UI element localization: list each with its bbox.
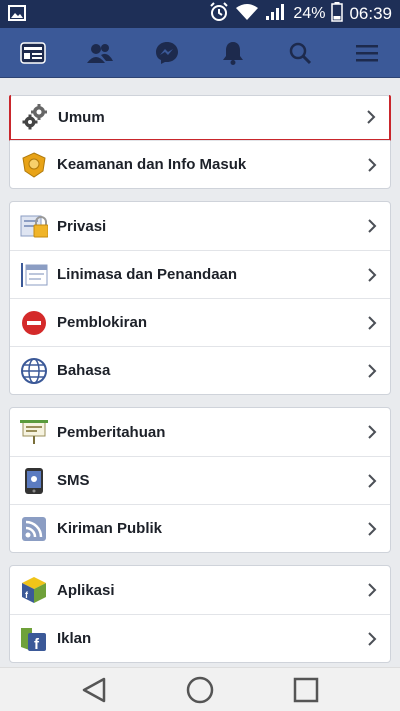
- alarm-icon: [209, 1, 229, 27]
- gears-icon: [21, 103, 49, 131]
- chevron-right-icon: [362, 471, 382, 491]
- wifi-icon: [235, 3, 259, 26]
- battery-percent: 24%: [293, 5, 326, 22]
- settings-item-label: Bahasa: [57, 362, 111, 379]
- settings-item-label: Keamanan dan Info Masuk: [57, 156, 247, 173]
- settings-group-general: Umum Keamanan dan Info Masuk: [9, 95, 391, 189]
- settings-item-umum[interactable]: Umum: [9, 95, 391, 141]
- home-icon[interactable]: [182, 672, 218, 708]
- chevron-right-icon: [362, 629, 382, 649]
- settings-item-privasi[interactable]: Privasi: [10, 202, 390, 250]
- chevron-right-icon: [362, 216, 382, 236]
- settings-item-iklan[interactable]: f Iklan: [10, 614, 390, 662]
- settings-item-label: Pemberitahuan: [57, 423, 166, 441]
- top-nav-bar: [0, 28, 400, 78]
- settings-item-label: Pemblokiran: [57, 314, 148, 331]
- settings-item-pemberitahuan[interactable]: Pemberitahuan: [10, 408, 390, 456]
- chevron-right-icon: [362, 519, 382, 539]
- settings-group-apps: f Aplikasi f Iklan: [9, 565, 391, 663]
- chevron-right-icon: [362, 361, 382, 381]
- notifications-bell-icon[interactable]: [211, 31, 255, 75]
- settings-item-label: Umum: [58, 108, 105, 126]
- settings-item-bahasa[interactable]: Bahasa: [10, 346, 390, 394]
- settings-item-linimasa[interactable]: Linimasa dan Penandaan: [10, 250, 390, 298]
- clock-time: 06:39: [349, 4, 392, 23]
- search-icon[interactable]: [278, 31, 322, 75]
- chevron-right-icon: [361, 107, 381, 127]
- image-notification-icon: [8, 5, 26, 26]
- ads-facebook-icon: f: [20, 625, 48, 653]
- messenger-icon[interactable]: [145, 31, 189, 75]
- apps-cube-icon: f: [20, 576, 48, 604]
- settings-item-label: Kiriman Publik: [57, 520, 163, 537]
- chevron-right-icon: [362, 422, 382, 442]
- chevron-right-icon: [362, 155, 382, 175]
- back-icon[interactable]: [76, 672, 112, 708]
- privacy-lock-icon: [20, 212, 48, 240]
- friends-icon[interactable]: [78, 31, 122, 75]
- chevron-right-icon: [362, 265, 382, 285]
- settings-item-label: Aplikasi: [57, 581, 115, 599]
- settings-list: Umum Keamanan dan Info Masuk Privasi Lin…: [0, 78, 400, 667]
- settings-group-privacy: Privasi Linimasa dan Penandaan Pemblokir…: [9, 201, 391, 395]
- settings-item-sms[interactable]: SMS: [10, 456, 390, 504]
- menu-icon[interactable]: [345, 31, 389, 75]
- globe-icon: [20, 357, 48, 385]
- system-nav-bar: [0, 667, 400, 711]
- status-bar: 24% 06:39: [0, 0, 400, 28]
- battery-icon: [331, 1, 344, 27]
- block-icon: [20, 309, 48, 337]
- settings-item-label: SMS: [57, 472, 90, 489]
- settings-item-label: Iklan: [57, 630, 92, 647]
- settings-item-aplikasi[interactable]: f Aplikasi: [10, 566, 390, 614]
- settings-item-label: Privasi: [57, 217, 107, 235]
- notification-sign-icon: [20, 418, 48, 446]
- signal-icon: [265, 3, 287, 26]
- rss-icon: [20, 515, 48, 543]
- news-feed-icon[interactable]: [11, 31, 55, 75]
- settings-item-label: Linimasa dan Penandaan: [57, 266, 238, 283]
- sms-phone-icon: [20, 467, 48, 495]
- settings-item-keamanan[interactable]: Keamanan dan Info Masuk: [10, 140, 390, 188]
- chevron-right-icon: [362, 580, 382, 600]
- settings-item-pemblokiran[interactable]: Pemblokiran: [10, 298, 390, 346]
- timeline-icon: [20, 261, 48, 289]
- settings-item-kiriman-publik[interactable]: Kiriman Publik: [10, 504, 390, 552]
- security-badge-icon: [20, 151, 48, 179]
- settings-group-notifications: Pemberitahuan SMS Kiriman Publik: [9, 407, 391, 553]
- chevron-right-icon: [362, 313, 382, 333]
- recents-icon[interactable]: [288, 672, 324, 708]
